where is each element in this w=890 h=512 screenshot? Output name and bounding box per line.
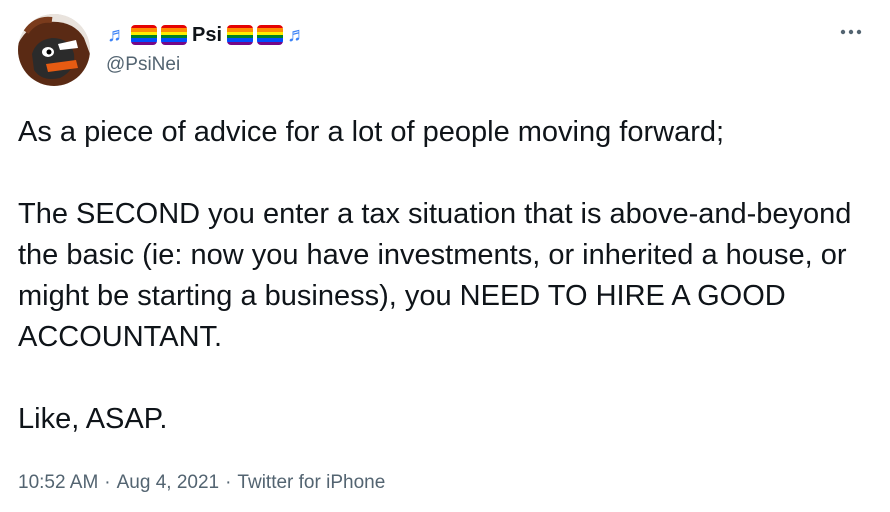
tweet-card: ♬ Psi ♬ @PsiNei As a piece of advice for… bbox=[0, 0, 890, 512]
avatar[interactable] bbox=[18, 14, 90, 86]
rainbow-flag-icon bbox=[161, 25, 187, 45]
tweet-meta: 10:52 AM · Aug 4, 2021 · Twitter for iPh… bbox=[18, 472, 385, 494]
music-notes-icon: ♬ bbox=[107, 24, 127, 46]
tweet-time[interactable]: 10:52 AM bbox=[18, 472, 98, 494]
tweet-source[interactable]: Twitter for iPhone bbox=[237, 472, 385, 494]
rainbow-flag-icon bbox=[131, 25, 157, 45]
tweet-date[interactable]: Aug 4, 2021 bbox=[117, 472, 219, 494]
tweet-text: As a piece of advice for a lot of people… bbox=[18, 112, 878, 440]
display-name[interactable]: ♬ Psi ♬ bbox=[106, 20, 308, 50]
music-notes-icon: ♬ bbox=[287, 24, 308, 46]
meta-separator: · bbox=[225, 472, 232, 493]
meta-separator: · bbox=[104, 472, 111, 493]
rainbow-flag-icon bbox=[257, 25, 284, 45]
tweet-paragraph: The SECOND you enter a tax situation tha… bbox=[18, 198, 852, 353]
author-handle[interactable]: @PsiNei bbox=[106, 54, 308, 76]
tweet-paragraph: As a piece of advice for a lot of people… bbox=[18, 116, 725, 148]
author-names: ♬ Psi ♬ @PsiNei bbox=[106, 20, 308, 76]
tweet-header: ♬ Psi ♬ @PsiNei bbox=[18, 14, 872, 88]
display-name-text: Psi bbox=[192, 23, 223, 46]
rainbow-flag-icon bbox=[227, 25, 254, 45]
tweet-paragraph: Like, ASAP. bbox=[18, 403, 168, 435]
more-options-icon bbox=[840, 29, 862, 35]
more-options-button[interactable] bbox=[836, 20, 866, 44]
avatar-image bbox=[18, 14, 90, 86]
